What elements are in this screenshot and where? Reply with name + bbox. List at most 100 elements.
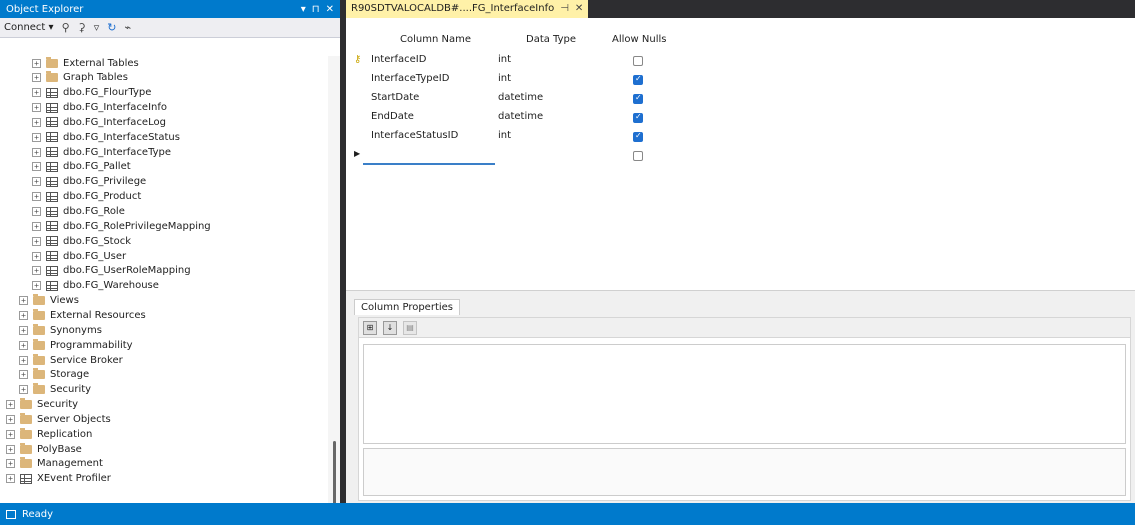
expand-icon[interactable]: + xyxy=(6,474,15,484)
tree-node[interactable]: + dbo.FG_Stock xyxy=(32,234,131,248)
expand-icon[interactable]: + xyxy=(19,370,28,380)
close-tab-icon[interactable]: ✕ xyxy=(575,3,583,14)
property-grid[interactable] xyxy=(363,344,1126,444)
expand-icon[interactable]: + xyxy=(19,310,28,320)
new-column-row[interactable]: ▶ xyxy=(346,147,686,166)
header-column-name[interactable]: Column Name xyxy=(400,34,471,45)
column-row[interactable]: StartDate datetime xyxy=(346,90,686,109)
tree-node[interactable]: + dbo.FG_InterfaceLog xyxy=(32,115,166,129)
column-name-cell[interactable]: InterfaceID xyxy=(371,54,426,65)
tree-node[interactable]: + dbo.FG_InterfaceInfo xyxy=(32,101,167,115)
column-name-cell[interactable]: InterfaceTypeID xyxy=(371,73,449,84)
expand-icon[interactable]: + xyxy=(32,162,41,172)
allow-nulls-checkbox[interactable] xyxy=(633,131,643,142)
header-allow-nulls[interactable]: Allow Nulls xyxy=(612,34,666,45)
disconnect-icon[interactable]: ⚳ xyxy=(78,21,86,34)
tree-node[interactable]: + External Resources xyxy=(19,308,146,322)
pin-icon[interactable]: ⊓ xyxy=(312,4,320,15)
close-icon[interactable]: ✕ xyxy=(326,4,334,15)
tab-column-properties[interactable]: Column Properties xyxy=(354,299,461,315)
column-row[interactable]: InterfaceTypeID int xyxy=(346,71,686,90)
tree-node[interactable]: + Server Objects xyxy=(6,412,111,426)
expand-icon[interactable]: + xyxy=(32,177,41,187)
column-row[interactable]: EndDate datetime xyxy=(346,109,686,128)
header-data-type[interactable]: Data Type xyxy=(526,34,576,45)
tree-node[interactable]: + Views xyxy=(19,294,79,308)
data-type-cell[interactable]: int xyxy=(498,54,511,65)
expand-icon[interactable]: + xyxy=(19,296,28,306)
column-row[interactable]: InterfaceStatusID int xyxy=(346,128,686,147)
data-type-cell[interactable]: datetime xyxy=(498,92,543,103)
dropdown-icon[interactable]: ▾ xyxy=(301,4,306,15)
tree-node[interactable]: + Programmability xyxy=(19,338,133,352)
expand-icon[interactable]: + xyxy=(32,281,41,291)
connect-button[interactable]: Connect ▾ xyxy=(4,22,54,33)
column-name-cell[interactable]: InterfaceStatusID xyxy=(371,130,458,141)
refresh-icon[interactable]: ↻ xyxy=(107,21,116,34)
column-name-cell[interactable]: EndDate xyxy=(371,111,414,122)
pin-icon[interactable]: ⊣ xyxy=(560,3,569,14)
expand-icon[interactable]: + xyxy=(32,58,41,68)
tree-node[interactable]: + PolyBase xyxy=(6,442,82,456)
tree-node[interactable]: + Management xyxy=(6,457,103,471)
tree-node[interactable]: + Replication xyxy=(6,427,92,441)
tree-node[interactable]: + Synonyms xyxy=(19,323,102,337)
tab-table-designer[interactable]: R90SDTVALOCALDB#....FG_InterfaceInfo ⊣ ✕ xyxy=(346,0,589,18)
expand-icon[interactable]: + xyxy=(32,207,41,216)
data-type-cell[interactable]: int xyxy=(498,73,511,84)
tree-node[interactable]: + dbo.FG_User xyxy=(32,249,126,263)
expand-icon[interactable]: + xyxy=(6,400,15,410)
expand-icon[interactable]: + xyxy=(32,103,41,113)
tree-node[interactable]: + dbo.FG_RolePrivilegeMapping xyxy=(32,219,211,233)
tree-node[interactable]: + dbo.FG_FlourType xyxy=(32,86,151,100)
alphabetical-icon[interactable]: ↓ xyxy=(383,320,397,335)
tree-node[interactable]: + dbo.FG_Warehouse xyxy=(32,279,159,293)
allow-nulls-checkbox[interactable] xyxy=(633,74,643,85)
column-name-cell[interactable]: StartDate xyxy=(371,92,419,103)
activity-icon[interactable]: ⌁ xyxy=(124,21,131,34)
tree-node[interactable]: + Service Broker xyxy=(19,353,123,367)
expand-icon[interactable]: + xyxy=(19,385,28,395)
filter-icon[interactable]: ▿ xyxy=(94,21,100,34)
tree-node[interactable]: + Security xyxy=(19,383,91,397)
tree-node[interactable]: + dbo.FG_Role xyxy=(32,205,125,219)
property-pages-icon[interactable]: ▤ xyxy=(403,320,417,335)
tree-node[interactable]: + dbo.FG_Privilege xyxy=(32,175,146,189)
expand-icon[interactable]: + xyxy=(32,251,41,261)
tree-node[interactable]: + dbo.FG_UserRoleMapping xyxy=(32,264,191,278)
expand-icon[interactable]: + xyxy=(32,73,41,83)
vertical-scrollbar[interactable] xyxy=(328,56,340,525)
expand-icon[interactable]: + xyxy=(6,459,15,469)
new-column-name-input[interactable] xyxy=(363,147,495,165)
expand-icon[interactable]: + xyxy=(32,192,41,202)
expand-icon[interactable]: + xyxy=(32,117,41,127)
expand-icon[interactable]: + xyxy=(6,429,15,439)
tree-node[interactable]: + dbo.FG_InterfaceStatus xyxy=(32,130,180,144)
allow-nulls-checkbox[interactable] xyxy=(633,56,643,66)
expand-icon[interactable]: + xyxy=(32,221,41,231)
connect-icon[interactable]: ⚲ xyxy=(62,21,70,34)
tree-node[interactable]: + dbo.FG_InterfaceType xyxy=(32,145,171,159)
expand-icon[interactable]: + xyxy=(32,147,41,157)
expand-icon[interactable]: + xyxy=(19,340,28,350)
expand-icon[interactable]: + xyxy=(32,236,41,246)
expand-icon[interactable]: + xyxy=(6,444,15,454)
allow-nulls-checkbox[interactable] xyxy=(633,112,643,123)
tree-node[interactable]: + dbo.FG_Product xyxy=(32,190,141,204)
expand-icon[interactable]: + xyxy=(32,266,41,276)
tree-node[interactable]: + Graph Tables xyxy=(32,71,128,85)
expand-icon[interactable]: + xyxy=(32,132,41,142)
column-row[interactable]: ⚷ InterfaceID int xyxy=(346,52,686,71)
data-type-cell[interactable]: datetime xyxy=(498,111,543,122)
allow-nulls-checkbox[interactable] xyxy=(633,151,643,161)
tree-node[interactable]: + Storage xyxy=(19,368,89,382)
expand-icon[interactable]: + xyxy=(6,414,15,424)
tree-node[interactable]: + dbo.FG_Pallet xyxy=(32,160,131,174)
allow-nulls-checkbox[interactable] xyxy=(633,93,643,104)
expand-icon[interactable]: + xyxy=(19,325,28,335)
expand-icon[interactable]: + xyxy=(19,355,28,365)
tree-node[interactable]: + XEvent Profiler xyxy=(6,472,111,486)
categorized-icon[interactable]: ⊞ xyxy=(363,320,377,335)
data-type-cell[interactable]: int xyxy=(498,130,511,141)
tree-node[interactable]: + Security xyxy=(6,398,78,412)
